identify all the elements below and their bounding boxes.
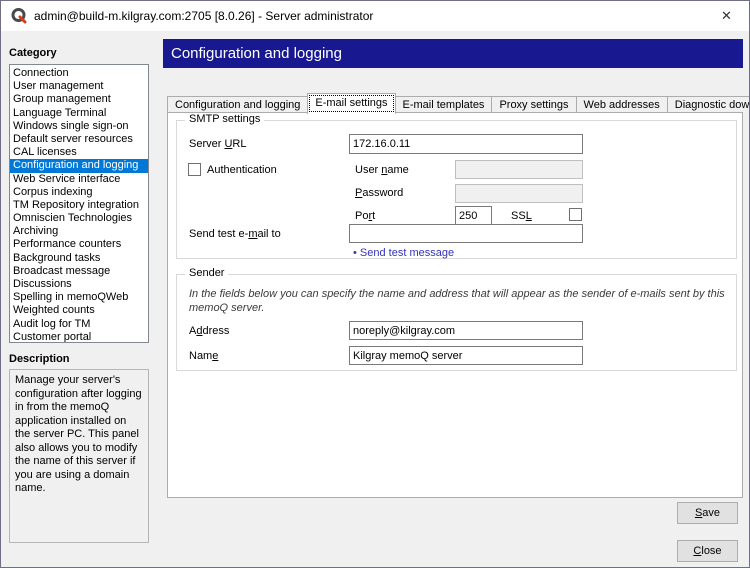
address-label: Address: [189, 325, 229, 337]
sender-group: Sender In the fields below you can speci…: [176, 274, 737, 371]
user-name-label: User name: [355, 164, 409, 176]
send-test-message-link[interactable]: • Send test message: [353, 247, 454, 259]
category-item[interactable]: TM Repository integration: [10, 199, 148, 212]
save-button[interactable]: Save: [677, 502, 738, 524]
name-label: Name: [189, 350, 218, 362]
category-item[interactable]: Discussions: [10, 278, 148, 291]
description-text: Manage your server's configuration after…: [9, 369, 149, 543]
category-item[interactable]: Group management: [10, 93, 148, 106]
user-name-input[interactable]: [455, 160, 583, 179]
email-settings-panel: SMTP settings Server URL Authentication …: [167, 112, 743, 498]
window-close-icon[interactable]: ✕: [704, 1, 749, 31]
sender-group-label: Sender: [185, 267, 228, 279]
window-title: admin@build-m.kilgray.com:2705 [8.0.26] …: [34, 9, 373, 23]
ssl-checkbox[interactable]: [569, 208, 582, 221]
category-item[interactable]: CAL licenses: [10, 146, 148, 159]
authentication-label: Authentication: [207, 164, 277, 176]
password-input[interactable]: [455, 184, 583, 203]
server-url-label: Server URL: [189, 138, 246, 150]
link-bullet-icon: •: [353, 247, 357, 259]
address-input[interactable]: [349, 321, 583, 340]
port-input[interactable]: [455, 206, 492, 225]
category-item[interactable]: Performance counters: [10, 238, 148, 251]
server-url-input[interactable]: [349, 134, 583, 154]
smtp-settings-group: SMTP settings Server URL Authentication …: [176, 120, 737, 259]
sender-note: In the fields below you can specify the …: [189, 288, 729, 315]
password-label: Password: [355, 187, 403, 199]
memoq-app-icon: [11, 8, 27, 24]
category-item[interactable]: Spelling in memoQWeb: [10, 291, 148, 304]
page-title: Configuration and logging: [163, 39, 743, 68]
category-item[interactable]: User management: [10, 80, 148, 93]
ssl-label: SSL: [511, 210, 532, 222]
category-item[interactable]: Weighted counts: [10, 304, 148, 317]
category-item[interactable]: Corpus indexing: [10, 186, 148, 199]
category-item[interactable]: Archiving: [10, 225, 148, 238]
category-item[interactable]: Configuration and logging: [10, 159, 148, 172]
title-bar: admin@build-m.kilgray.com:2705 [8.0.26] …: [1, 1, 749, 31]
server-administrator-window: admin@build-m.kilgray.com:2705 [8.0.26] …: [0, 0, 750, 568]
category-item[interactable]: Omniscien Technologies: [10, 212, 148, 225]
category-list: Connection User management Group managem…: [9, 64, 149, 343]
category-item[interactable]: Background tasks: [10, 252, 148, 265]
tab-email-settings[interactable]: E-mail settings: [307, 93, 395, 114]
close-button[interactable]: Close: [677, 540, 738, 562]
description-heading: Description: [9, 353, 70, 365]
category-item[interactable]: Audit log for TM: [10, 318, 148, 331]
smtp-group-label: SMTP settings: [185, 113, 264, 125]
category-item[interactable]: Default server resources: [10, 133, 148, 146]
category-item[interactable]: Language Terminal: [10, 107, 148, 120]
category-item[interactable]: Customer portal: [10, 331, 148, 343]
category-item[interactable]: Web Service interface: [10, 173, 148, 186]
name-input[interactable]: [349, 346, 583, 365]
category-item[interactable]: Windows single sign-on: [10, 120, 148, 133]
send-test-email-input[interactable]: [349, 224, 583, 243]
category-item[interactable]: Broadcast message: [10, 265, 148, 278]
category-heading: Category: [9, 47, 57, 59]
port-label: Port: [355, 210, 375, 222]
authentication-checkbox[interactable]: [188, 163, 201, 176]
settings-tabstrip: Configuration and logging E-mail setting…: [167, 94, 750, 114]
category-item[interactable]: Connection: [10, 67, 148, 80]
send-test-email-label: Send test e-mail to: [189, 228, 281, 240]
